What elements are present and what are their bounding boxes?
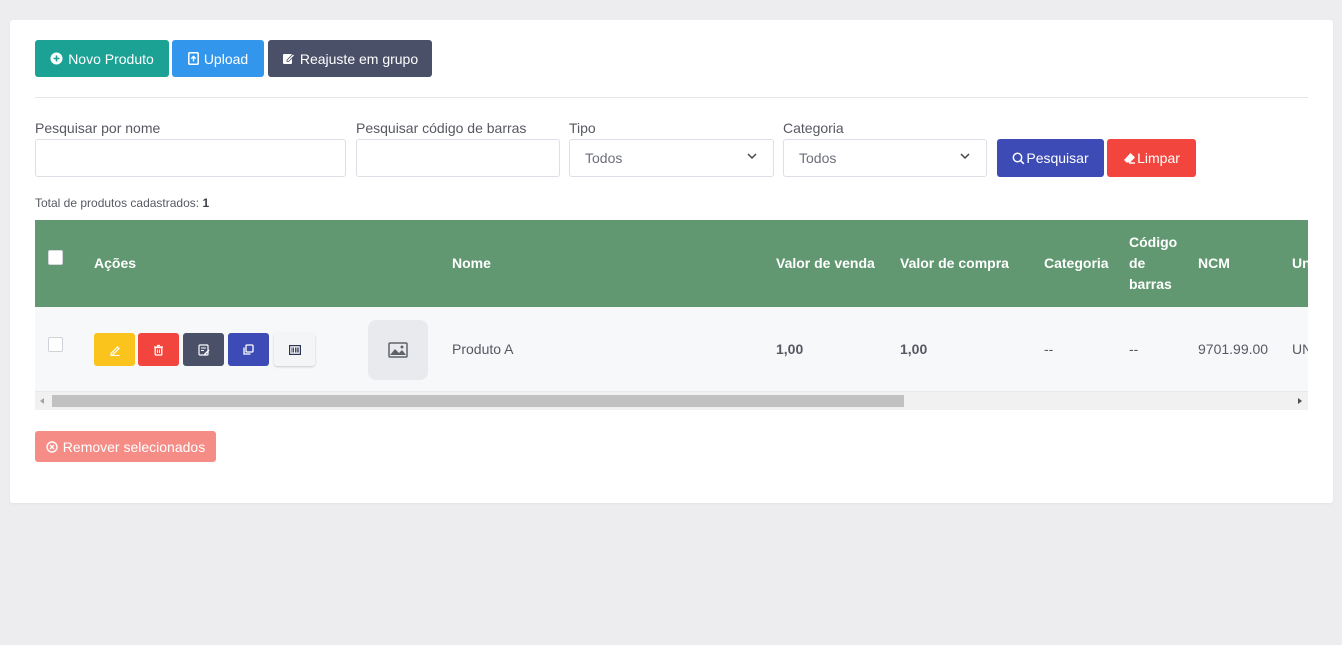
- image-placeholder-icon: [388, 342, 408, 358]
- total-label: Total de produtos cadastrados:: [35, 196, 200, 210]
- barcode-icon: [288, 344, 301, 355]
- table-header: Ações Nome Valor de venda Valor de compr…: [35, 220, 1308, 307]
- upload-label: Upload: [203, 50, 249, 67]
- file-upload-icon: [187, 52, 199, 65]
- horizontal-scrollbar[interactable]: [35, 392, 1308, 410]
- categoria-selected-value: Todos: [799, 150, 837, 166]
- copy-button[interactable]: [228, 333, 269, 366]
- total-products-text: Total de produtos cadastrados: 1: [35, 196, 209, 210]
- plus-circle-icon: [50, 52, 63, 65]
- cell-codigo-barras: --: [1129, 341, 1139, 357]
- categoria-filter-label: Categoria: [783, 120, 844, 136]
- chevron-down-icon: [960, 153, 970, 160]
- codigo-barras-search-input[interactable]: [356, 139, 560, 177]
- header-codigo-line3: barras: [1129, 276, 1172, 292]
- header-codigo-barras: Código de barras: [1129, 232, 1177, 295]
- header-categoria: Categoria: [1044, 255, 1109, 271]
- times-circle-icon: [46, 440, 58, 453]
- header-nome: Nome: [452, 255, 491, 271]
- nome-search-input[interactable]: [35, 139, 346, 177]
- upload-button[interactable]: Upload: [172, 40, 264, 77]
- cell-ncm: 9701.99.00: [1198, 341, 1269, 357]
- barcode-button[interactable]: [274, 333, 315, 366]
- note-edit-button[interactable]: [183, 333, 224, 366]
- products-card: Novo Produto Upload Reajuste em grupo Pe…: [10, 20, 1333, 503]
- tipo-select[interactable]: Todos: [569, 139, 774, 177]
- total-value: 1: [202, 196, 210, 210]
- scroll-left-arrow-icon[interactable]: [40, 398, 44, 404]
- reajuste-label: Reajuste em grupo: [299, 50, 419, 67]
- products-table: Ações Nome Valor de venda Valor de compr…: [35, 220, 1308, 410]
- remover-label: Remover selecionados: [62, 438, 206, 455]
- cell-nome: Produto A: [452, 341, 514, 357]
- novo-produto-label: Novo Produto: [68, 50, 154, 67]
- row-select-checkbox[interactable]: [48, 337, 63, 352]
- note-edit-icon: [197, 343, 209, 356]
- pesquisar-label: Pesquisar: [1026, 150, 1089, 166]
- header-valor-compra: Valor de compra: [900, 255, 1009, 271]
- tipo-filter-label: Tipo: [569, 120, 596, 136]
- limpar-button[interactable]: Limpar: [1107, 139, 1196, 177]
- eraser-icon: [1124, 153, 1136, 164]
- cell-categoria: --: [1044, 341, 1054, 357]
- copy-icon: [243, 344, 254, 355]
- toolbar-divider: [35, 97, 1308, 98]
- header-ncm: NCM: [1198, 255, 1230, 271]
- pesquisar-button[interactable]: Pesquisar: [997, 139, 1104, 177]
- scrollbar-thumb[interactable]: [52, 395, 904, 407]
- header-codigo-line1: Código: [1129, 234, 1178, 250]
- limpar-label: Limpar: [1137, 150, 1180, 166]
- tipo-selected-value: Todos: [585, 150, 623, 166]
- cell-unidade: UN: [1292, 341, 1308, 357]
- header-codigo-line2: de: [1129, 255, 1146, 271]
- product-thumbnail: [368, 320, 428, 380]
- header-acoes: Ações: [94, 255, 137, 271]
- notes-icon: [282, 53, 295, 64]
- header-valor-venda: Valor de venda: [776, 255, 875, 271]
- categoria-select[interactable]: Todos: [783, 139, 987, 177]
- pencil-icon: [109, 345, 120, 356]
- trash-icon: [154, 344, 163, 356]
- remover-selecionados-button[interactable]: Remover selecionados: [35, 431, 216, 462]
- table-row: Produto A 1,00 1,00 -- -- 9701.99.00 UN: [35, 307, 1308, 392]
- cell-valor-venda: 1,00: [776, 341, 804, 357]
- novo-produto-button[interactable]: Novo Produto: [35, 40, 169, 77]
- edit-button[interactable]: [94, 333, 135, 366]
- nome-filter-label: Pesquisar por nome: [35, 120, 161, 136]
- codigo-filter-label: Pesquisar código de barras: [356, 120, 527, 136]
- scroll-right-arrow-icon[interactable]: [1298, 398, 1302, 404]
- chevron-down-icon: [747, 153, 757, 160]
- select-all-checkbox[interactable]: [48, 250, 63, 265]
- reajuste-em-grupo-button[interactable]: Reajuste em grupo: [268, 40, 432, 77]
- search-icon: [1012, 152, 1025, 164]
- header-unidade: Un: [1292, 255, 1308, 271]
- delete-button[interactable]: [138, 333, 179, 366]
- cell-valor-compra: 1,00: [900, 341, 928, 357]
